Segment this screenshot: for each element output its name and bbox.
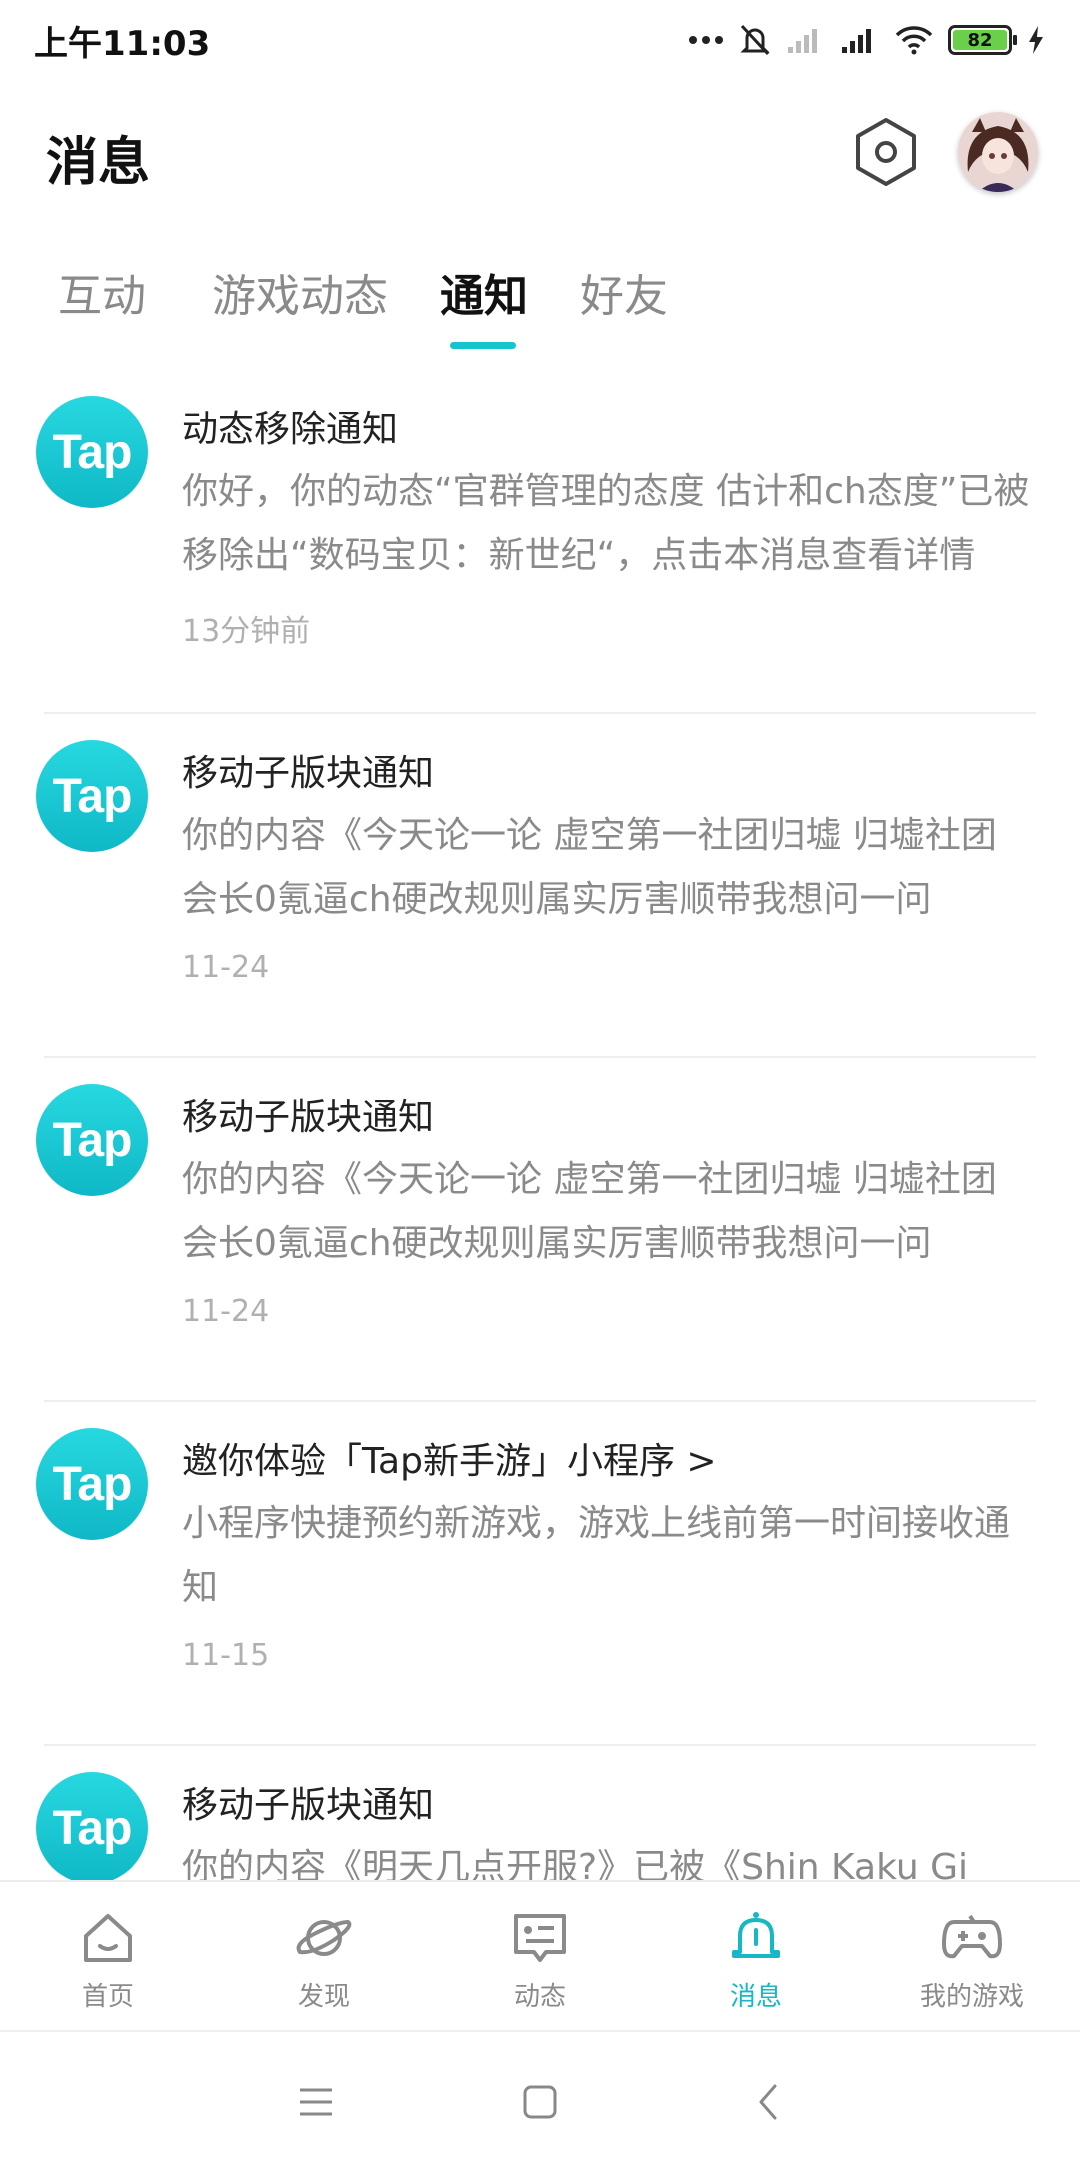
home-icon bbox=[76, 1906, 140, 1970]
status-bar: 上午11:03 82 bbox=[0, 0, 1080, 80]
nav-discover[interactable]: 发现 bbox=[216, 1882, 432, 2032]
page-title: 消息 bbox=[46, 133, 151, 193]
back-arrow-icon bbox=[759, 2084, 777, 2120]
chat-card-icon bbox=[508, 1906, 572, 1970]
home-button[interactable] bbox=[510, 2072, 570, 2132]
nav-label: 消息 bbox=[729, 1982, 782, 2012]
bottom-nav: 首页 发现 动态 消息 我的游戏 bbox=[0, 1880, 1080, 2030]
notification-body: 你的内容《今天论一论 虚空第一社团归墟 归墟社团会长0氪逼ch硬改规则属实厉害顺… bbox=[182, 815, 997, 920]
tab-interaction[interactable]: 互动 bbox=[58, 260, 146, 324]
notification-body: 你的内容《今天论一论 虚空第一社团归墟 归墟社团会长0氪逼ch硬改规则属实厉害顺… bbox=[182, 1159, 997, 1264]
list-item[interactable]: Tap 移动子版块通知 你的内容《明天几点开服?》已被《Shin Kaku Gi bbox=[0, 1746, 1080, 1880]
bell-icon bbox=[724, 1906, 788, 1970]
notification-body: 小程序快捷预约新游戏，游戏上线前第一时间接收通知 bbox=[182, 1503, 1011, 1608]
tap-logo-icon: Tap bbox=[36, 1084, 148, 1196]
tap-logo-icon: Tap bbox=[36, 1772, 148, 1880]
menu-icon bbox=[300, 2088, 332, 2116]
list-item[interactable]: Tap 移动子版块通知 你的内容《今天论一论 虚空第一社团归墟 归墟社团会长0氪… bbox=[0, 714, 1080, 1058]
notification-title: 邀你体验「Tap新手游」小程序 > bbox=[182, 1441, 717, 1482]
notification-time: 11-15 bbox=[182, 1638, 270, 1673]
notification-time: 13分钟前 bbox=[182, 614, 311, 649]
nav-label: 我的游戏 bbox=[919, 1982, 1024, 2012]
tab-friends[interactable]: 好友 bbox=[580, 260, 668, 324]
signal-icon bbox=[840, 25, 880, 55]
charging-icon bbox=[1026, 24, 1046, 56]
list-item[interactable]: Tap 动态移除通知 你好，你的动态“官群管理的态度 估计和ch态度”已被移除出… bbox=[0, 370, 1080, 714]
settings-button[interactable] bbox=[848, 114, 924, 190]
signal-weak-icon bbox=[786, 25, 826, 55]
tab-bar: 互动 游戏动态 通知 好友 bbox=[0, 250, 1080, 360]
status-time: 上午11:03 bbox=[34, 23, 211, 64]
more-dots-icon bbox=[688, 34, 724, 46]
back-button[interactable] bbox=[738, 2072, 798, 2132]
notification-time: 11-24 bbox=[182, 1294, 270, 1329]
battery-level: 82 bbox=[953, 30, 1007, 51]
status-icons: 82 bbox=[688, 18, 1046, 62]
notification-body: 你好，你的动态“官群管理的态度 估计和ch态度”已被移除出“数码宝贝：新世纪“，… bbox=[182, 471, 1030, 576]
wifi-icon bbox=[894, 25, 934, 55]
active-tab-indicator bbox=[450, 342, 516, 349]
notification-title: 动态移除通知 bbox=[182, 409, 399, 450]
notification-title: 移动子版块通知 bbox=[182, 1097, 435, 1138]
tap-logo-icon: Tap bbox=[36, 1428, 148, 1540]
notification-title: 移动子版块通知 bbox=[182, 1785, 435, 1826]
bell-muted-icon bbox=[738, 22, 772, 58]
avatar[interactable] bbox=[958, 112, 1038, 192]
battery-icon: 82 bbox=[948, 25, 1017, 55]
user-avatar-image bbox=[958, 112, 1038, 192]
nav-label: 动态 bbox=[513, 1982, 566, 2012]
tap-logo-icon: Tap bbox=[36, 740, 148, 852]
tab-game-news[interactable]: 游戏动态 bbox=[212, 260, 388, 324]
nav-label: 首页 bbox=[81, 1982, 134, 2012]
notification-list: Tap 动态移除通知 你好，你的动态“官群管理的态度 估计和ch态度”已被移除出… bbox=[0, 370, 1080, 1880]
notification-body: 你的内容《明天几点开服?》已被《Shin Kaku Gi bbox=[182, 1847, 968, 1880]
nav-messages[interactable]: 消息 bbox=[648, 1882, 864, 2032]
nav-home[interactable]: 首页 bbox=[0, 1882, 216, 2032]
header: 消息 bbox=[0, 100, 1080, 210]
notification-time: 11-24 bbox=[182, 950, 270, 985]
list-item[interactable]: Tap 移动子版块通知 你的内容《今天论一论 虚空第一社团归墟 归墟社团会长0氪… bbox=[0, 1058, 1080, 1402]
tab-notifications[interactable]: 通知 bbox=[440, 260, 528, 324]
planet-icon bbox=[292, 1906, 356, 1970]
nav-feed[interactable]: 动态 bbox=[432, 1882, 648, 2032]
list-item[interactable]: Tap 邀你体验「Tap新手游」小程序 > 小程序快捷预约新游戏，游戏上线前第一… bbox=[0, 1402, 1080, 1746]
square-icon bbox=[523, 2085, 557, 2119]
notification-title: 移动子版块通知 bbox=[182, 753, 435, 794]
nav-label: 发现 bbox=[297, 1982, 350, 2012]
hexagon-settings-icon bbox=[856, 118, 916, 186]
tap-logo-icon: Tap bbox=[36, 396, 148, 508]
nav-my-games[interactable]: 我的游戏 bbox=[864, 1882, 1080, 2032]
system-nav-bar bbox=[0, 2030, 1080, 2160]
gamepad-icon bbox=[940, 1906, 1004, 1970]
menu-button[interactable] bbox=[286, 2072, 346, 2132]
